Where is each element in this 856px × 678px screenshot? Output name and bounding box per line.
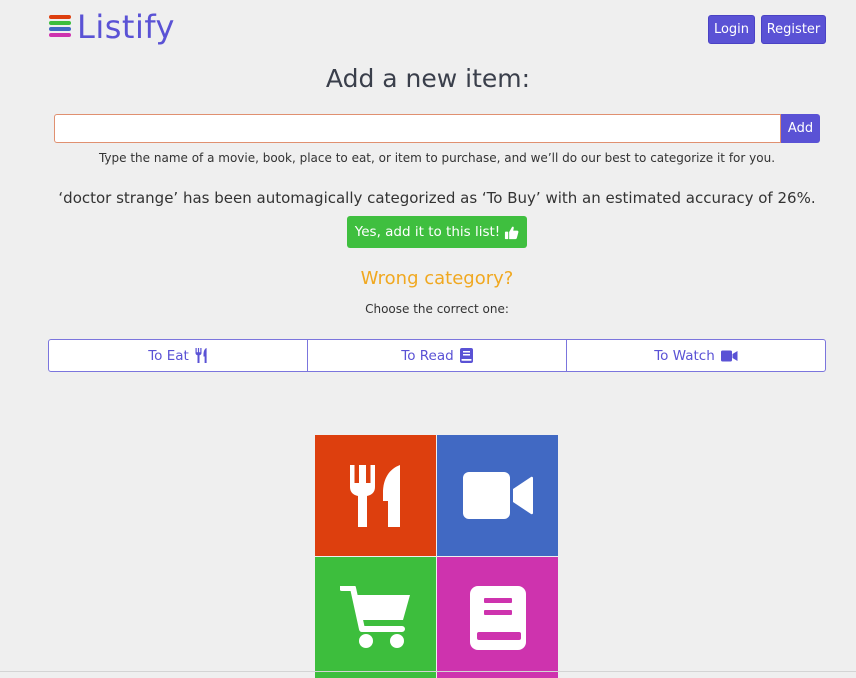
video-camera-icon (720, 350, 738, 361)
register-button[interactable]: Register (761, 15, 826, 44)
category-to-eat-button[interactable]: To Eat (48, 339, 308, 372)
category-label: To Eat (148, 347, 189, 364)
utensils-icon (195, 348, 207, 363)
category-label: To Watch (654, 347, 715, 364)
app-logo[interactable]: Listify (49, 8, 175, 46)
tile-to-eat[interactable] (315, 435, 436, 556)
wrong-category-heading: Wrong category? (360, 268, 514, 289)
tile-to-read[interactable] (437, 557, 558, 678)
item-name-input[interactable] (54, 114, 781, 143)
category-tiles (315, 435, 558, 678)
tile-to-buy[interactable] (315, 557, 436, 678)
add-button[interactable]: Add (781, 114, 820, 143)
category-to-watch-button[interactable]: To Watch (566, 339, 826, 372)
thumbs-up-icon (505, 226, 519, 239)
utensils-icon (349, 464, 400, 527)
category-options: To Eat To Read To Watch (48, 339, 826, 372)
category-to-read-button[interactable]: To Read (307, 339, 567, 372)
categorization-result: ‘doctor strange’ has been automagically … (58, 189, 816, 207)
confirm-add-button[interactable]: Yes, add it to this list! (347, 216, 527, 248)
category-label: To Read (401, 347, 454, 364)
confirm-add-label: Yes, add it to this list! (354, 224, 501, 240)
page-divider (0, 671, 856, 672)
app-name: Listify (77, 8, 175, 46)
book-icon (469, 585, 526, 650)
choose-label: Choose the correct one: (365, 302, 509, 316)
shopping-cart-icon (339, 585, 410, 648)
book-icon (459, 348, 473, 363)
video-camera-icon (462, 472, 533, 519)
tile-to-watch[interactable] (437, 435, 558, 556)
page-title: Add a new item: (325, 64, 531, 93)
add-item-form: Add (54, 114, 820, 143)
input-hint: Type the name of a movie, book, place to… (98, 151, 776, 165)
login-button[interactable]: Login (708, 15, 755, 44)
list-logo-icon (49, 15, 71, 39)
